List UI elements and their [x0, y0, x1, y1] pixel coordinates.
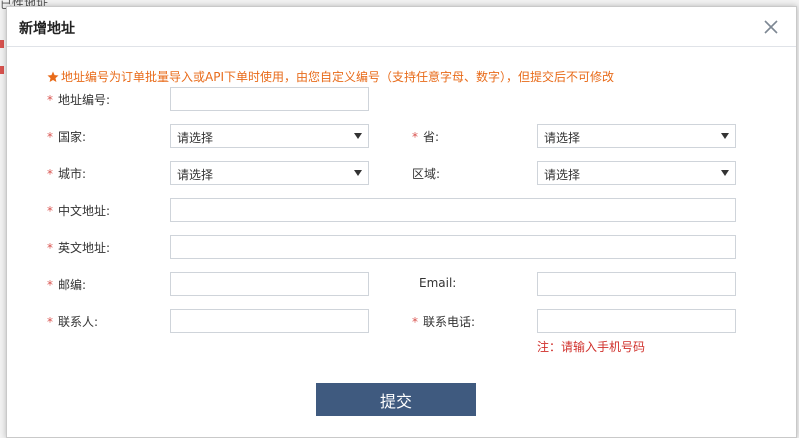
phone-input[interactable]: [537, 309, 736, 333]
phone-hint: 注：请输入手机号码: [537, 340, 646, 354]
background-marker: [0, 66, 4, 74]
postcode-label: * 邮编:: [47, 278, 87, 292]
caret-down-icon: [721, 170, 729, 176]
contact-label: * 联系人:: [47, 315, 99, 329]
add-address-dialog: 新增地址 地址编号为订单批量导入或API下单时使用，由您自定义编号（支持任意字母…: [6, 6, 797, 438]
close-button[interactable]: [762, 18, 780, 36]
district-select[interactable]: 请选择: [537, 161, 736, 185]
address-code-label: * 地址编号:: [47, 93, 111, 107]
row-postcode-email: * 邮编: Email:: [7, 272, 796, 296]
city-label: * 城市:: [47, 167, 87, 181]
email-input[interactable]: [537, 272, 736, 296]
submit-button[interactable]: 提交: [316, 383, 476, 416]
address-en-input[interactable]: [170, 235, 736, 259]
notice-text: 地址编号为订单批量导入或API下单时使用，由您自定义编号（支持任意字母、数字），…: [61, 70, 614, 84]
row-address-cn: * 中文地址:: [7, 198, 796, 222]
row-country-province: * 国家: 请选择 * 省: 请选择: [7, 124, 796, 148]
province-select[interactable]: 请选择: [537, 124, 736, 148]
row-contact-phone: * 联系人: * 联系电话:: [7, 309, 796, 333]
city-selected: 请选择: [177, 168, 214, 182]
star-icon: [47, 71, 59, 82]
email-label: Email:: [419, 276, 457, 290]
caret-down-icon: [721, 133, 729, 139]
address-cn-label: * 中文地址:: [47, 204, 111, 218]
row-address-en: * 英文地址:: [7, 235, 796, 259]
notice-text-row: 地址编号为订单批量导入或API下单时使用，由您自定义编号（支持任意字母、数字），…: [47, 68, 614, 85]
contact-input[interactable]: [170, 309, 369, 333]
row-city-district: * 城市: 请选择 区域: 请选择: [7, 161, 796, 185]
background-marker: [0, 40, 4, 48]
province-selected: 请选择: [544, 131, 581, 145]
district-selected: 请选择: [544, 168, 581, 182]
postcode-input[interactable]: [170, 272, 369, 296]
address-cn-input[interactable]: [170, 198, 736, 222]
country-label: * 国家:: [47, 130, 87, 144]
dialog-title: 新增地址: [19, 21, 75, 37]
address-en-label: * 英文地址:: [47, 241, 111, 255]
caret-down-icon: [354, 133, 362, 139]
close-icon: [764, 20, 778, 34]
row-address-code: * 地址编号:: [7, 87, 796, 111]
phone-label: * 联系电话:: [412, 315, 476, 329]
caret-down-icon: [354, 170, 362, 176]
country-select[interactable]: 请选择: [170, 124, 369, 148]
province-label: * 省:: [412, 130, 440, 144]
address-code-input[interactable]: [170, 87, 369, 111]
country-selected: 请选择: [177, 131, 214, 145]
dialog-header: 新增地址: [7, 7, 796, 47]
city-select[interactable]: 请选择: [170, 161, 369, 185]
district-label: 区域:: [412, 167, 441, 181]
